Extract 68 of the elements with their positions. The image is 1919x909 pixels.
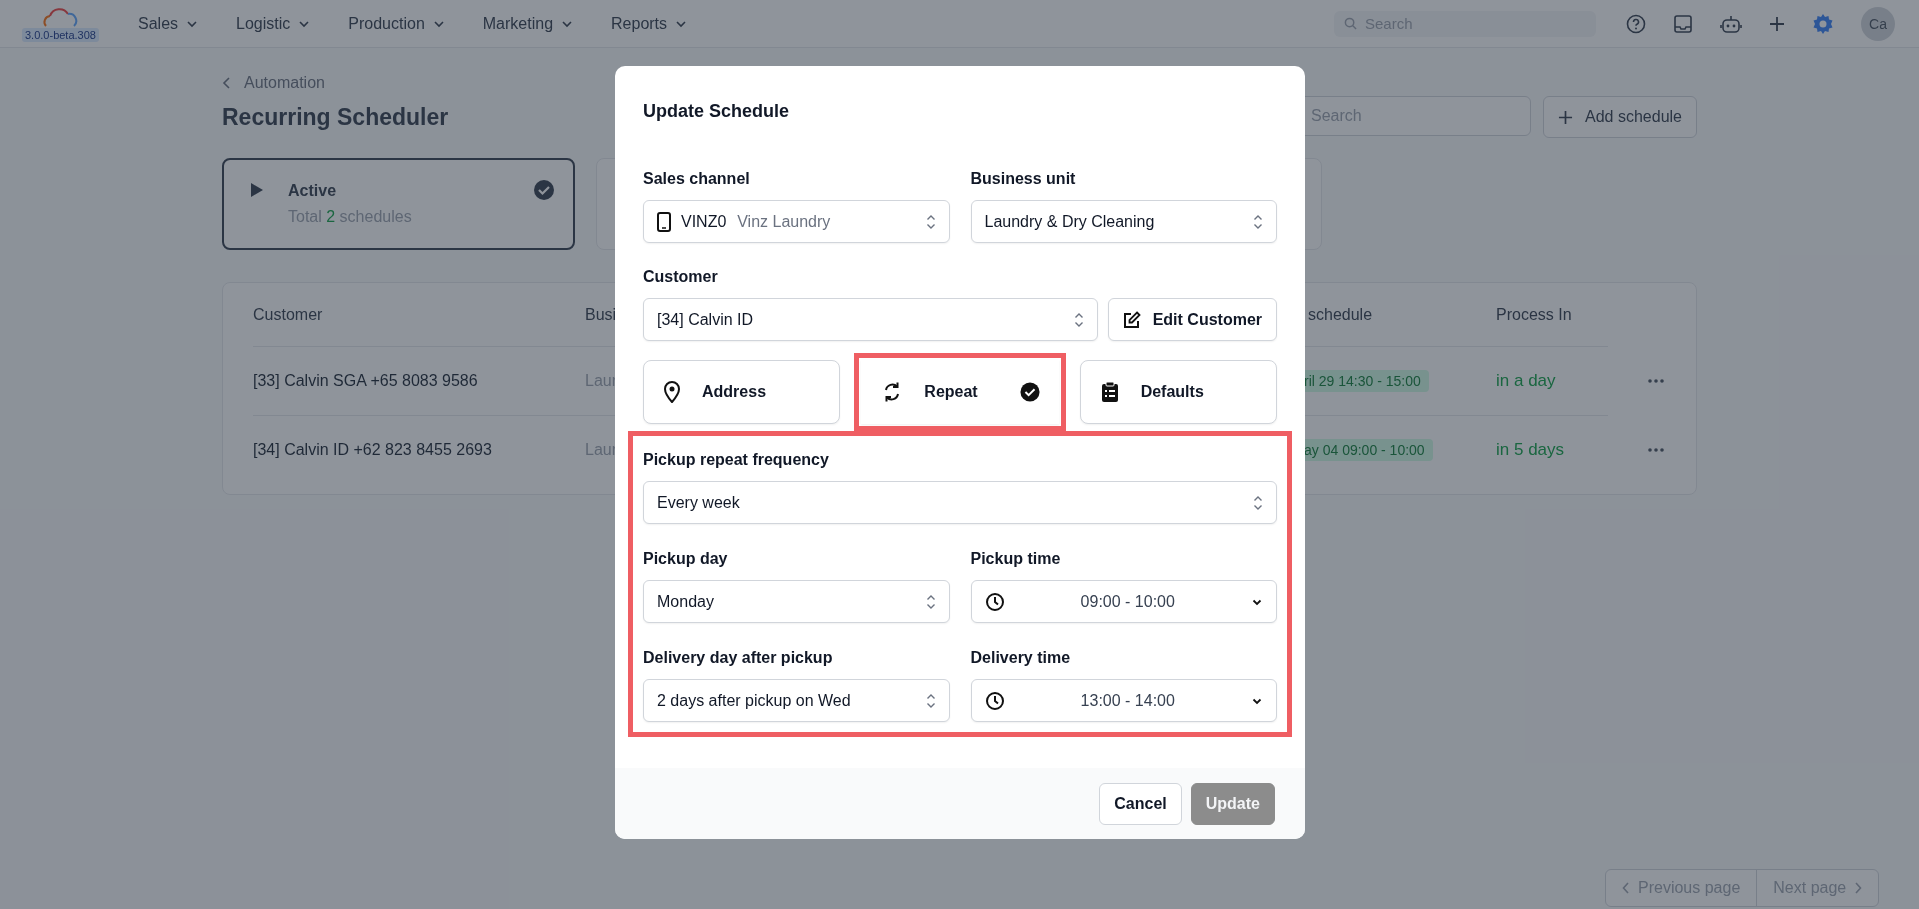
robot-icon[interactable] [1720, 13, 1742, 34]
plus-icon[interactable] [1769, 15, 1785, 32]
up-down-icon [925, 692, 936, 709]
pickup-day-select[interactable]: Monday [643, 580, 950, 623]
field-label: Delivery time [970, 648, 1072, 668]
more-icon[interactable] [1648, 379, 1664, 383]
customer-select[interactable]: [34] Calvin ID [643, 298, 1098, 341]
user-avatar[interactable]: Ca [1861, 6, 1895, 41]
clipboard-list-icon [1100, 381, 1119, 403]
chevron-right-icon [1854, 882, 1863, 894]
breadcrumb-link[interactable]: Automation [244, 74, 325, 92]
field-label: Delivery day after pickup [643, 648, 834, 668]
cancel-button[interactable]: Cancel [1099, 782, 1182, 825]
more-icon[interactable] [1648, 448, 1664, 452]
sales-channel-select[interactable]: VINZ0 Vinz Laundry [643, 200, 950, 243]
chevron-left-icon [1622, 882, 1630, 894]
help-icon[interactable] [1626, 13, 1646, 34]
back-chevron-icon[interactable] [222, 77, 232, 89]
plus-icon [1558, 109, 1574, 125]
check-circle-icon [1019, 382, 1040, 402]
status-title: Active [288, 182, 338, 200]
nav-menu-item[interactable]: Marketing [463, 14, 593, 33]
nav-menu-item[interactable]: Production [329, 14, 464, 33]
page-title: Recurring Scheduler [222, 104, 449, 131]
section-tab[interactable]: Address [643, 360, 841, 424]
search-icon [1344, 17, 1357, 30]
up-down-icon [1253, 494, 1263, 511]
delivery-day-select[interactable]: 2 days after pickup on Wed [643, 679, 950, 722]
clock-icon [984, 591, 1005, 612]
clock-icon [984, 690, 1005, 711]
nav-menu-item[interactable]: Reports [592, 14, 707, 33]
edit-icon [1122, 310, 1141, 329]
column-header: Customer [253, 305, 323, 324]
table-cell: in a day [1496, 371, 1556, 391]
edit-customer-button[interactable]: Edit Customer [1107, 298, 1277, 341]
delivery-time-select[interactable]: 13:00 - 14:00 [970, 679, 1277, 722]
column-header: schedule [1308, 305, 1373, 324]
map-pin-icon [664, 381, 680, 403]
section-tab[interactable]: Defaults [1079, 360, 1277, 424]
column-header: Busi [585, 305, 617, 324]
inbox-icon[interactable] [1673, 13, 1693, 34]
frequency-select[interactable]: Every week [643, 481, 1277, 524]
field-label: Sales channel [643, 169, 751, 189]
up-down-icon [925, 593, 936, 610]
dialog-title: Update Schedule [643, 101, 791, 122]
up-down-icon [925, 213, 936, 230]
phone-icon [657, 211, 671, 232]
table-cell: [33] Calvin SGA +65 8083 9586 [253, 372, 478, 390]
version-badge: 3.0.0-beta.308 [22, 27, 99, 42]
field-label: Pickup time [970, 549, 1062, 569]
pickup-time-select[interactable]: 09:00 - 10:00 [970, 580, 1277, 623]
settings-icon[interactable] [1812, 12, 1834, 35]
nav-menu-item[interactable]: Sales [119, 14, 218, 33]
field-label: Pickup repeat frequency [643, 450, 830, 470]
cloud-logo-icon [42, 5, 78, 28]
up-down-icon [1253, 213, 1263, 230]
table-cell: in 5 days [1496, 440, 1565, 460]
field-label: Business unit [970, 169, 1077, 189]
check-circle-icon [533, 179, 555, 201]
add-schedule-button[interactable]: Add schedule [1543, 96, 1697, 138]
field-label: Pickup day [643, 549, 729, 569]
business-unit-select[interactable]: Laundry & Dry Cleaning [970, 200, 1277, 243]
up-down-icon [1073, 311, 1084, 328]
nav-menu-item[interactable]: Logistic [217, 14, 330, 33]
column-header: Process In [1496, 305, 1572, 324]
field-label: Customer [643, 267, 719, 287]
table-cell: [34] Calvin ID +62 823 8455 2693 [253, 441, 492, 459]
play-icon [250, 182, 264, 198]
